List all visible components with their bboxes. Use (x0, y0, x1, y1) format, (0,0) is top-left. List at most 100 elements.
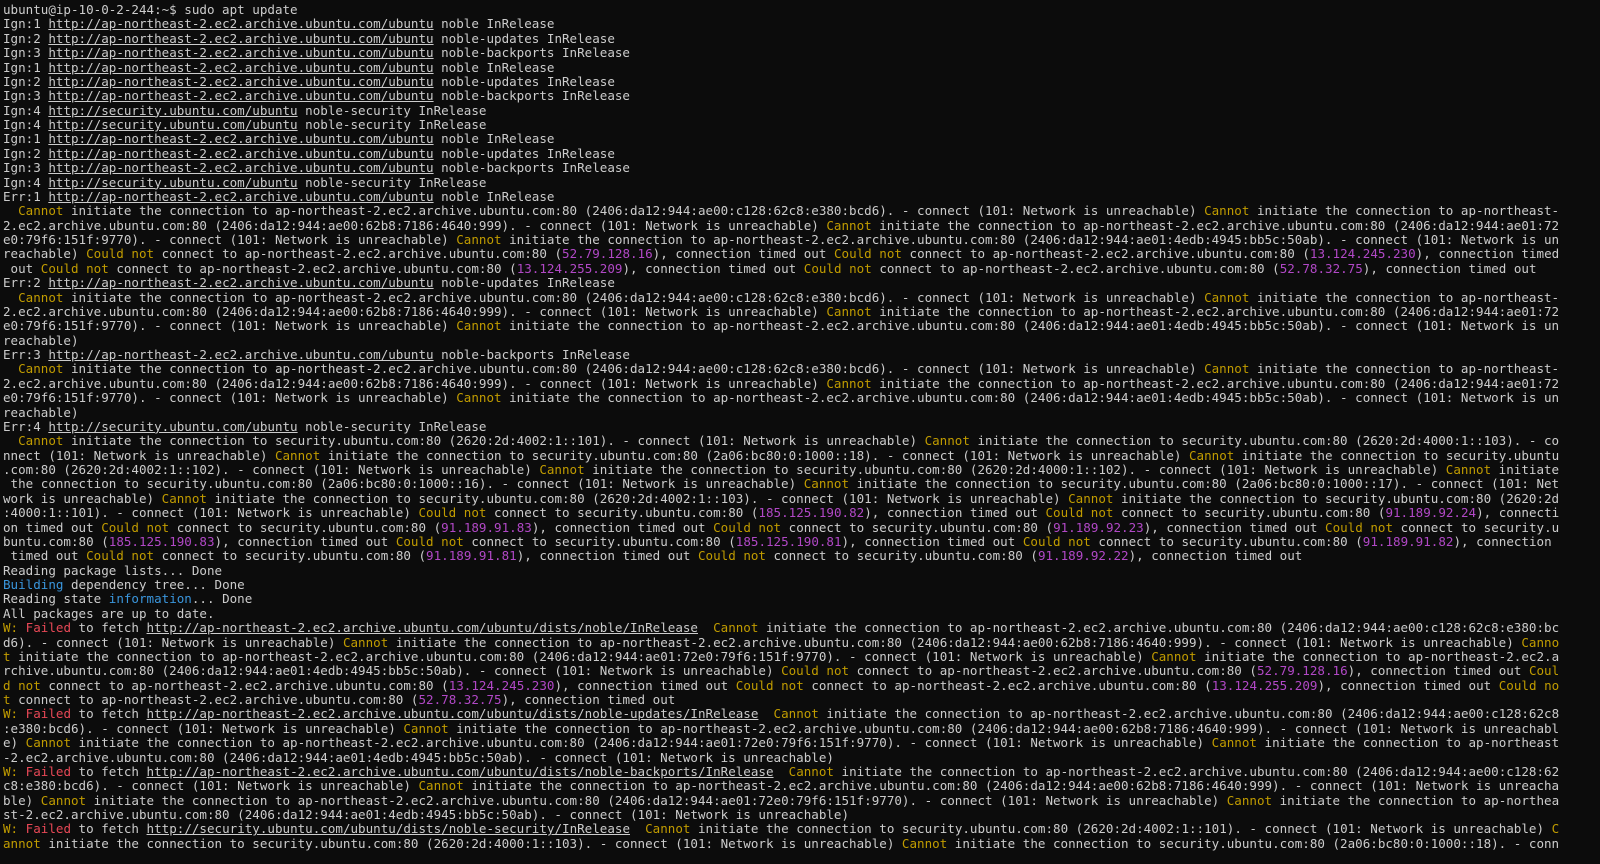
terminal-line: Cannot initiate the connection to ap-nor… (3, 291, 1600, 305)
ip-address: 52.79.128.16 (1256, 664, 1348, 679)
terminal-link[interactable]: http://ap-northeast-2.ec2.archive.ubuntu… (48, 276, 433, 290)
terminal-text: Err:4 (3, 419, 49, 434)
terminal-text: Ign:4 (3, 118, 49, 132)
terminal-text: initiate the connection to security.ubun… (206, 491, 1069, 506)
terminal-line: Building dependency tree... Done (3, 578, 1600, 592)
warning-text: Could not (1045, 506, 1114, 521)
terminal-text: initiate the connection to ap-northeast-… (63, 204, 1205, 219)
terminal-line: t initiate the connection to ap-northeas… (3, 650, 1600, 664)
terminal-link[interactable]: http://ap-northeast-2.ec2.archive.ubuntu… (48, 132, 433, 146)
ip-address: 13.124.255.209 (516, 261, 623, 276)
terminal-text: ), connection timed out (622, 261, 804, 276)
terminal-link[interactable]: http://ap-northeast-2.ec2.archive.ubuntu… (48, 75, 433, 89)
terminal-text: initiate the connection to security.ubun… (320, 448, 1189, 463)
terminal-link[interactable]: http://ap-northeast-2.ec2.archive.ubuntu… (48, 147, 433, 161)
terminal-line: Err:3 http://ap-northeast-2.ec2.archive.… (3, 348, 1600, 362)
terminal-text: initiate the connection to security.ubun… (947, 836, 1560, 851)
terminal-line: reachable) Could not connect to ap-north… (3, 247, 1600, 261)
terminal-text: initiate the connection to ap-northeast-… (833, 764, 1560, 779)
info-text: Building (3, 578, 64, 592)
terminal-text: Err:3 (3, 348, 49, 362)
terminal-text: Ign:2 (3, 31, 49, 46)
terminal-line: d not connect to ap-northeast-2.ec2.arch… (3, 679, 1600, 693)
terminal-line: Ign:1 http://ap-northeast-2.ec2.archive.… (3, 61, 1600, 75)
terminal-text: Reading state (3, 592, 109, 607)
terminal-line: Err:4 http://security.ubuntu.com/ubuntu … (3, 420, 1600, 434)
terminal-text: -2.ec2.archive.ubuntu.com:80 (2406:da12:… (3, 750, 834, 765)
terminal-link[interactable]: http://security.ubuntu.com/ubuntu (48, 104, 297, 118)
warning-text: Could not (698, 549, 766, 564)
warning-text: Cannot (826, 376, 872, 391)
terminal-link[interactable]: http://ap-northeast-2.ec2.archive.ubuntu… (48, 89, 433, 103)
terminal-link[interactable]: http://security.ubuntu.com/ubuntu (48, 118, 297, 132)
terminal-text: initiate the connection to ap-northeast-… (1196, 649, 1560, 664)
ip-address: 52.79.128.16 (562, 247, 653, 262)
terminal-text: initiate the connection to ap-northea (1272, 793, 1560, 808)
terminal-text: st-2.ec2.archive.ubuntu.com:80 (2406:da1… (3, 808, 850, 822)
terminal-link[interactable]: http://ap-northeast-2.ec2.archive.ubuntu… (48, 61, 433, 75)
terminal-line: reachable) (3, 406, 1600, 420)
terminal-link[interactable]: http://ap-northeast-2.ec2.archive.ubuntu… (147, 765, 774, 779)
terminal-text: initiate the connection to security.ubun… (969, 434, 1560, 449)
warning-text: Cannot (40, 793, 87, 808)
terminal-link[interactable]: http://ap-northeast-2.ec2.archive.ubuntu… (48, 161, 433, 175)
terminal-text: All packages are up to date. (3, 606, 215, 621)
terminal-text: Reading package lists... Done (3, 563, 223, 578)
terminal-text: initiate the connection to ap-northeast-… (86, 793, 1227, 808)
terminal-link[interactable]: http://security.ubuntu.com/ubuntu (48, 420, 297, 434)
warning-text: W: (3, 707, 26, 722)
terminal-link[interactable]: http://ap-northeast-2.ec2.archive.ubuntu… (48, 32, 433, 46)
warning-text: Cannot (456, 319, 502, 334)
ip-address: 91.189.92.24 (1385, 506, 1477, 521)
terminal-link[interactable]: http://ap-northeast-2.ec2.archive.ubuntu… (48, 348, 433, 362)
terminal-link[interactable]: http://ap-northeast-2.ec2.archive.ubuntu… (147, 621, 698, 635)
terminal-line: Reading package lists... Done (3, 564, 1600, 578)
terminal-text: 2.ec2.archive.ubuntu.com:80 (2406:da12:9… (3, 218, 827, 233)
ip-address: 13.124.245.230 (1309, 247, 1416, 262)
terminal-text: initiate the connection to ap-northeast-… (10, 649, 1152, 664)
terminal-output[interactable]: ubuntu@ip-10-0-2-244:~$ sudo apt update I… (0, 0, 1600, 864)
terminal-text: connect to security.ubuntu.com:80 ( (169, 520, 442, 535)
warning-text: Cannot (18, 434, 64, 449)
terminal-line: Ign:2 http://ap-northeast-2.ec2.archive.… (3, 75, 1600, 89)
ip-address: 91.189.91.82 (1362, 534, 1454, 549)
terminal-text: ), connection timed out (652, 247, 834, 262)
terminal-link[interactable]: http://security.ubuntu.com/ubuntu (48, 176, 297, 190)
terminal-link[interactable]: http://ap-northeast-2.ec2.archive.ubuntu… (48, 190, 433, 204)
terminal-link[interactable]: http://security.ubuntu.com/ubuntu/dists/… (147, 822, 630, 836)
terminal-text: connect to security.u (1393, 520, 1560, 535)
terminal-line: annot initiate the connection to securit… (3, 837, 1600, 851)
terminal-text: e0:79f6:151f:9770). - connect (101: Netw… (3, 233, 457, 247)
terminal-text: to fetch (71, 822, 147, 837)
terminal-text: connect to security.ubuntu.com:80 ( (154, 549, 427, 564)
terminal-text: ), connecti (1476, 506, 1560, 521)
terminal-text: to fetch (71, 764, 147, 779)
terminal-text: initiate the connection to security.ubun… (40, 836, 902, 851)
ip-address: 91.189.91.83 (441, 520, 532, 535)
warning-text: Cannot (1226, 793, 1273, 808)
warning-text: Cannot (1204, 362, 1250, 377)
terminal-text: ), connection timed out (1347, 664, 1529, 679)
warning-text: Cannot (1151, 649, 1197, 664)
terminal-line: Ign:3 http://ap-northeast-2.ec2.archive.… (3, 89, 1600, 103)
terminal-line: e0:79f6:151f:9770). - connect (101: Netw… (3, 319, 1600, 333)
terminal-text: :4000:1::101). - connect (101: Network i… (3, 506, 419, 521)
terminal-text: ), connection timed out (501, 693, 676, 707)
terminal-text: .com:80 (2620:2d:4002:1::102). - connect… (3, 463, 540, 477)
terminal-text: d6). - connect (101: Network is unreacha… (3, 635, 343, 650)
terminal-text: initiate the connection to ap-northeast-… (63, 290, 1205, 305)
terminal-text: initiate the connection to ap-northeast-… (448, 721, 1560, 736)
terminal-text: to fetch (71, 621, 147, 636)
terminal-link[interactable]: http://ap-northeast-2.ec2.archive.ubuntu… (48, 46, 433, 60)
terminal-text: initiate the connection to security.ubun… (1234, 448, 1560, 463)
warning-text: Could not (781, 664, 850, 679)
terminal-text: ), connection timed out (531, 520, 714, 535)
terminal-link[interactable]: http://ap-northeast-2.ec2.archive.ubuntu… (48, 17, 433, 31)
terminal-link[interactable]: http://ap-northeast-2.ec2.archive.ubuntu… (147, 707, 759, 721)
terminal-text: c8:e380:bcd6). - connect (101: Network i… (3, 779, 419, 794)
terminal-text: noble-security InRelease (297, 103, 487, 118)
info-text: information (108, 592, 192, 607)
